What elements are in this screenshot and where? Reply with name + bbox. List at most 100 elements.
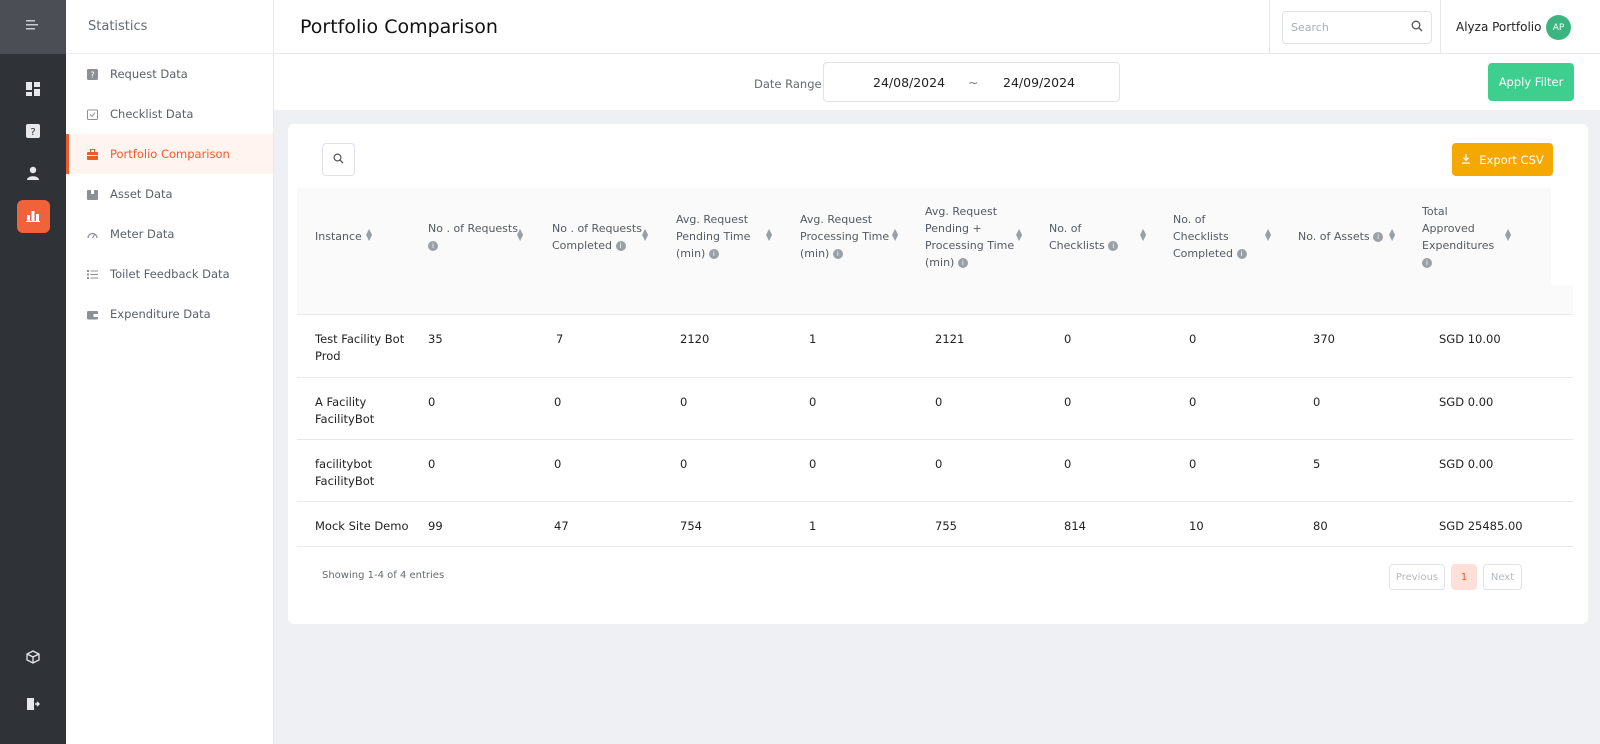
cell-requests-completed: 0	[554, 395, 562, 409]
column-header-checklists-completed[interactable]: No. of Checklists Completed i	[1173, 188, 1258, 285]
column-header-requests[interactable]: No . of Requests i	[428, 188, 528, 285]
sidebar-toggle-button[interactable]	[0, 0, 66, 54]
download-icon	[1461, 153, 1471, 167]
rail-statistics-button[interactable]	[16, 200, 50, 233]
sort-icon[interactable]: ▲ ▼	[1505, 228, 1511, 242]
cell-instance: Mock Site Demo	[315, 519, 409, 533]
sidebar-item-portfolio-comparison[interactable]: Portfolio Comparison	[66, 134, 273, 174]
info-icon[interactable]: i	[1108, 240, 1119, 251]
previous-page-button[interactable]: Previous	[1389, 564, 1445, 590]
filter-bar: Date Range 24/08/2024 ~ 24/09/2024 Apply…	[274, 54, 1600, 110]
column-header-instance[interactable]: Instance	[315, 188, 415, 285]
table-row[interactable]: Mock Site Demo 99 47 754 1 755 814 10 80…	[297, 502, 1573, 547]
sort-icon[interactable]: ▲ ▼	[642, 228, 648, 242]
cell-checklists-completed: 0	[1189, 395, 1197, 409]
sort-icon[interactable]: ▲ ▼	[892, 228, 898, 242]
avatar[interactable]: AP	[1546, 15, 1571, 40]
sidebar-item-asset-data[interactable]: Asset Data	[66, 174, 273, 214]
cell-pending-processing-time: 0	[935, 457, 943, 471]
column-header-requests-completed[interactable]: No . of Requests Completed i	[552, 188, 647, 285]
sort-icon[interactable]: ▲ ▼	[1016, 228, 1022, 242]
column-header-expenditures[interactable]: Total Approved Expenditures i	[1422, 188, 1502, 285]
column-header-checklists[interactable]: No. of Checklists i	[1049, 188, 1137, 285]
end-date[interactable]: 24/09/2024	[1003, 75, 1075, 90]
user-name[interactable]: Alyza Portfolio	[1456, 20, 1541, 34]
rail-user-button[interactable]	[17, 158, 50, 191]
column-header-label: No . of Requests Completed i	[552, 221, 642, 252]
info-icon[interactable]: i	[615, 240, 626, 251]
sidebar-item-toilet-feedback-data[interactable]: Toilet Feedback Data	[66, 254, 273, 294]
dashboard-icon	[26, 81, 40, 100]
column-header-label: No . of Requests	[428, 221, 518, 235]
cell-pending-time: 0	[680, 395, 688, 409]
info-icon[interactable]: i	[957, 257, 968, 268]
sort-icon[interactable]: ▲ ▼	[1265, 228, 1271, 242]
statistics-icon	[26, 208, 40, 226]
sidebar-item-checklist-data[interactable]: Checklist Data	[66, 94, 273, 134]
cell-requests: 99	[428, 519, 443, 533]
start-date[interactable]: 24/08/2024	[873, 75, 945, 90]
column-header-label: No. of Checklists i	[1049, 220, 1137, 254]
cell-pending-time: 0	[680, 457, 688, 471]
next-page-button[interactable]: Next	[1483, 564, 1522, 590]
sidebar-item-label: Expenditure Data	[110, 307, 211, 321]
sidebar-item-expenditure-data[interactable]: Expenditure Data	[66, 294, 273, 334]
sort-icon[interactable]: ▲ ▼	[766, 228, 772, 242]
table-search-button[interactable]	[322, 143, 355, 176]
sort-icon[interactable]: ▲ ▼	[517, 228, 523, 242]
global-search-input[interactable]: Search	[1282, 11, 1432, 44]
rail-logout-button[interactable]	[17, 689, 50, 722]
cell-requests: 0	[428, 457, 436, 471]
cell-requests-completed: 47	[554, 519, 569, 533]
page-1-button[interactable]: 1	[1451, 564, 1477, 590]
expenditure-data-icon	[86, 308, 98, 320]
cell-processing-time: 0	[809, 395, 817, 409]
sort-icon[interactable]: ▲ ▼	[1140, 228, 1146, 242]
table-row[interactable]: facilitybot FacilityBot 0 0 0 0 0 0 0 5 …	[297, 440, 1573, 502]
cell-assets: 80	[1313, 519, 1328, 533]
cell-checklists: 0	[1064, 395, 1072, 409]
sidebar-item-label: Request Data	[110, 67, 188, 81]
sidebar-item-label: Toilet Feedback Data	[110, 267, 230, 281]
sidebar-item-request-data[interactable]: ? Request Data	[66, 54, 273, 94]
info-icon[interactable]: i	[1422, 257, 1432, 268]
sidebar-item-meter-data[interactable]: Meter Data	[66, 214, 273, 254]
info-icon[interactable]: i	[428, 240, 438, 251]
rail-dashboard-button[interactable]	[17, 74, 50, 107]
cell-pending-processing-time: 2121	[935, 332, 965, 346]
sidebar-toggle-icon	[26, 19, 40, 35]
logout-icon	[26, 697, 41, 715]
header-divider	[1440, 0, 1441, 54]
request-icon: ?	[26, 123, 40, 142]
table-row[interactable]: A Facility FacilityBot 0 0 0 0 0 0 0 0 S…	[297, 378, 1573, 440]
info-icon[interactable]: i	[1236, 249, 1247, 259]
apply-filter-button[interactable]: Apply Filter	[1488, 63, 1574, 101]
column-header-assets[interactable]: No. of Assets i	[1298, 188, 1393, 285]
cell-instance: facilitybot FacilityBot	[315, 457, 375, 488]
rail-cube-button[interactable]	[17, 642, 50, 675]
export-csv-button[interactable]: Export CSV	[1452, 143, 1553, 176]
cell-requests: 0	[428, 395, 436, 409]
cell-pending-processing-time: 0	[935, 395, 943, 409]
cell-checklists: 814	[1064, 519, 1086, 533]
date-range-picker[interactable]: 24/08/2024 ~ 24/09/2024	[823, 62, 1120, 102]
column-header-pending-time[interactable]: Avg. Request Pending Time (min) i	[676, 188, 766, 285]
cell-expenditures: SGD 0.00	[1439, 457, 1494, 471]
cell-checklists-completed: 10	[1189, 519, 1204, 533]
date-range-label: Date Range	[754, 77, 822, 91]
column-header-label: Avg. Request Pending Time (min) i	[676, 213, 751, 260]
column-header-processing-time[interactable]: Avg. Request Processing Time (min) i	[800, 188, 892, 285]
column-header-label: Avg. Request Processing Time (min) i	[800, 213, 890, 260]
search-icon	[1411, 20, 1423, 35]
info-icon[interactable]: i	[832, 249, 843, 259]
table-row[interactable]: Test Facility Bot Prod 35 7 2120 1 2121 …	[297, 315, 1573, 378]
cube-icon	[26, 649, 40, 668]
info-icon[interactable]: i	[1373, 232, 1384, 242]
cell-assets: 5	[1313, 457, 1321, 471]
asset-data-icon	[86, 188, 98, 200]
column-header-pending-processing-time[interactable]: Avg. Request Pending + Processing Time (…	[925, 188, 1017, 285]
sort-icon[interactable]: ▲ ▼	[1389, 228, 1395, 242]
sort-icon[interactable]: ▲ ▼	[366, 228, 372, 242]
info-icon[interactable]: i	[708, 249, 719, 259]
rail-request-button[interactable]: ?	[17, 116, 50, 149]
